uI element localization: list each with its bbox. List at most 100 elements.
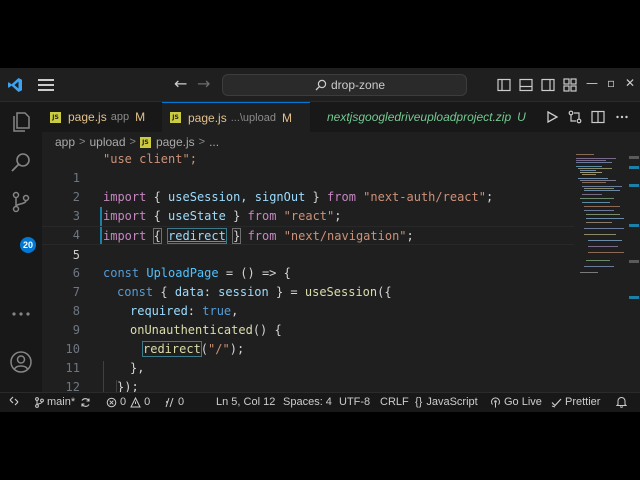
tab-title: page.js — [188, 110, 227, 125]
code-token: } — [305, 190, 320, 204]
code-token: import — [103, 190, 147, 204]
code-token: ( — [200, 342, 209, 356]
code-line: 2 — [42, 169, 574, 204]
overview-ruler-mark — [629, 260, 639, 263]
code-line: 8 const { data: session } = useSession({ — [42, 283, 574, 318]
code-token: }, — [130, 361, 145, 375]
prettier-check-icon — [551, 398, 562, 407]
vscode-window: ← → drop-zone — ▫ ✕ 20 JS page.js app M … — [0, 68, 640, 412]
code-token: = () => { — [218, 266, 291, 280]
command-center-search[interactable]: drop-zone — [222, 74, 467, 96]
breadcrumb-symbol[interactable]: ... — [209, 135, 219, 149]
problems-indicator[interactable]: 0 0 — [106, 396, 150, 408]
source-control-icon[interactable] — [9, 190, 33, 214]
ports-icon — [165, 397, 174, 407]
code-token: useState — [168, 209, 226, 223]
code-editor[interactable]: 1 "use client"; 2 3 import { useSession,… — [42, 152, 574, 392]
bracket-match: { — [152, 228, 162, 244]
code-token: ; — [485, 190, 494, 204]
restore-button[interactable]: ▫ — [607, 76, 615, 90]
code-token: "react" — [283, 209, 335, 223]
breadcrumb: app > upload > JS page.js > ... — [55, 132, 219, 152]
tab-untracked-indicator: U — [517, 110, 526, 124]
code-token: data — [174, 285, 204, 299]
accounts-icon[interactable] — [9, 350, 33, 374]
error-icon — [106, 397, 117, 407]
split-editor-icon[interactable] — [591, 110, 605, 124]
vertical-scrollbar[interactable] — [628, 152, 640, 392]
search-view-icon[interactable] — [9, 150, 33, 174]
notifications-button[interactable] — [616, 396, 630, 408]
cursor-position[interactable]: Ln 5, Col 12 — [216, 396, 275, 408]
menu-icon[interactable] — [38, 79, 54, 91]
layout-secondary-icon[interactable] — [541, 78, 555, 92]
breadcrumb-file[interactable]: page.js — [156, 135, 195, 149]
remote-indicator[interactable] — [9, 396, 22, 406]
language-mode[interactable]: {} JavaScript — [415, 396, 478, 408]
encoding[interactable]: UTF-8 — [339, 396, 370, 408]
code-line: 4 import { useState } from "react"; — [42, 207, 574, 242]
customize-layout-icon[interactable] — [563, 78, 577, 92]
js-file-icon: JS — [50, 111, 61, 123]
prettier-button[interactable]: Prettier — [551, 396, 600, 408]
code-token: useSession, signOut — [168, 190, 306, 204]
code-token: import — [103, 229, 147, 243]
layout-panel-icon[interactable] — [519, 78, 533, 92]
minimize-button[interactable]: — — [586, 76, 598, 90]
editor-tabs: JS page.js app M JS page.js ...\upload M… — [42, 102, 640, 132]
language-brace: {} — [415, 396, 423, 408]
overview-ruler-mark — [629, 296, 639, 299]
broadcast-icon — [491, 396, 500, 407]
compare-changes-icon[interactable] — [568, 110, 582, 124]
tab-description: ...\upload — [230, 111, 276, 124]
indentation[interactable]: Spaces: 4 — [283, 396, 332, 408]
layout-sidebar-icon[interactable] — [497, 78, 511, 92]
code-token-highlighted: redirect — [167, 228, 227, 244]
more-actions-icon[interactable] — [615, 110, 629, 124]
ports-indicator[interactable]: 0 — [164, 396, 184, 408]
language-name: JavaScript — [426, 396, 478, 408]
minimap[interactable] — [574, 152, 628, 392]
tab-page-js-upload[interactable]: JS page.js ...\upload M — [162, 102, 310, 132]
sync-icon[interactable] — [80, 397, 91, 408]
tab-description: app — [110, 111, 130, 123]
code-token: "/" — [208, 342, 230, 356]
code-token: ; — [334, 209, 342, 223]
warning-count: 0 — [144, 396, 151, 408]
code-line: 3 import { useSession, signOut } from "n… — [42, 188, 574, 223]
forward-button[interactable]: → — [197, 76, 210, 92]
tab-zip-file[interactable]: nextjsgoogledriveuploadproject.zip U — [312, 102, 526, 132]
go-live-label: Go Live — [504, 396, 542, 408]
end-of-line[interactable]: CRLF — [380, 396, 409, 408]
remote-icon — [9, 396, 19, 406]
title-bar: ← → drop-zone — ▫ ✕ — [0, 68, 640, 102]
code-token: () { — [252, 323, 282, 337]
extensions-icon[interactable] — [9, 302, 33, 326]
back-button[interactable]: ← — [174, 76, 187, 92]
code-line: 7 const UploadPage = () => { — [42, 264, 574, 299]
run-icon[interactable] — [545, 110, 559, 124]
code-text: "use client"; — [103, 152, 197, 166]
overview-ruler-mark — [629, 166, 639, 169]
code-token: { — [160, 285, 175, 299]
code-token: required — [130, 304, 188, 318]
code-line: 12 }, — [42, 359, 574, 392]
breadcrumb-app[interactable]: app — [55, 135, 75, 149]
close-button[interactable]: ✕ — [625, 76, 635, 90]
code-line: 1 "use client"; — [42, 152, 574, 185]
code-token: : — [187, 304, 203, 318]
breadcrumb-separator: > — [129, 136, 136, 148]
code-token: session — [218, 285, 269, 299]
code-token-highlighted: redirect — [142, 341, 202, 357]
breadcrumb-upload[interactable]: upload — [89, 135, 125, 149]
code-token: "next-auth/react" — [363, 190, 486, 204]
breadcrumb-separator: > — [79, 136, 86, 148]
explorer-icon[interactable] — [9, 110, 33, 134]
code-token: from — [247, 229, 277, 243]
code-token: } = — [268, 285, 305, 299]
branch-indicator[interactable]: main* — [34, 396, 94, 408]
search-text: drop-zone — [331, 78, 386, 92]
tab-page-js-app[interactable]: JS page.js app M — [42, 102, 160, 132]
activity-bar: 20 — [0, 102, 42, 412]
go-live-button[interactable]: Go Live — [490, 396, 542, 408]
